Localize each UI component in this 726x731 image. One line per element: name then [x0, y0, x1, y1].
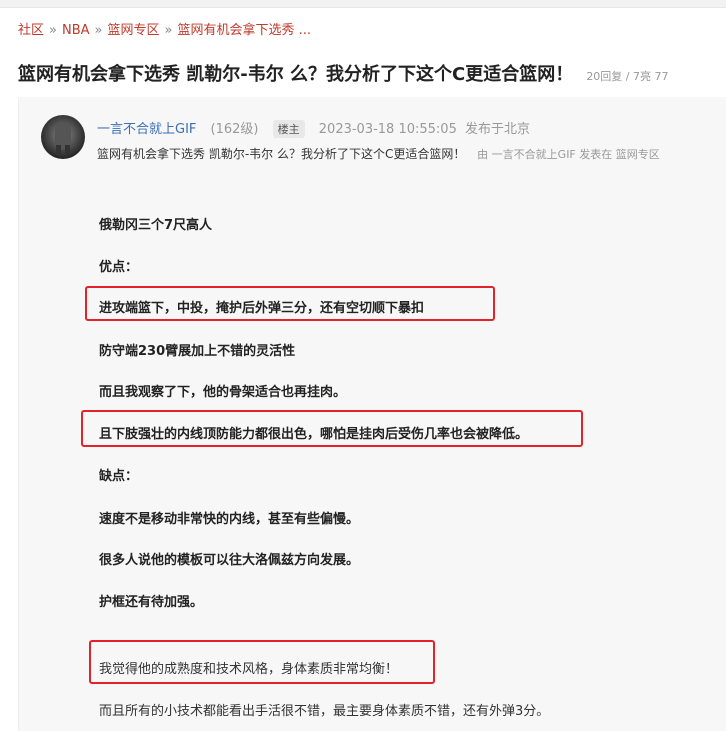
breadcrumb-nets-zone[interactable]: 篮网专区	[108, 23, 160, 38]
post-subtitle: 篮网有机会拿下选秀 凯勒尔-韦尔 么？我分析了下这个C更适合篮网！ 由 一言不合…	[97, 145, 660, 162]
paragraph: 而且所有的小技术都能看出手活很不错，最主要身体素质不错，还有外弹3分。	[99, 704, 550, 719]
breadcrumb-separator: »	[94, 23, 103, 38]
breadcrumb-community[interactable]: 社区	[18, 23, 44, 38]
post-time: 2023-03-18 10:55:05	[318, 122, 457, 137]
paragraph: 护框还有待加强。	[99, 595, 204, 610]
paragraph: 缺点：	[99, 469, 139, 484]
op-badge: 楼主	[272, 120, 305, 138]
user-level: (162级)	[210, 122, 259, 137]
thread-header: 篮网有机会拿下选秀 凯勒尔-韦尔 么？我分析了下这个C更适合篮网！ 20回复 /…	[18, 60, 726, 86]
breadcrumb-separator: »	[164, 23, 173, 38]
post-card: 一言不合就上GIF (162级) 楼主 2023-03-18 10:55:05 …	[18, 97, 726, 731]
breadcrumb-separator: »	[49, 23, 57, 38]
thread-title: 篮网有机会拿下选秀 凯勒尔-韦尔 么？我分析了下这个C更适合篮网！	[18, 64, 574, 85]
top-bar	[0, 0, 726, 8]
paragraph: 速度不是移动非常快的内线，甚至有些偏慢。	[99, 512, 360, 527]
post-meta: 一言不合就上GIF (162级) 楼主 2023-03-18 10:55:05 …	[97, 118, 530, 138]
thread-stats: 20回复 / 7亮 77	[586, 70, 669, 83]
post-location: 发布于北京	[465, 122, 531, 137]
highlight-box	[85, 286, 495, 321]
breadcrumb-current-thread[interactable]: 篮网有机会拿下选秀 ...	[177, 23, 311, 38]
highlight-box	[81, 410, 583, 447]
paragraph: 防守端230臂展加上不错的灵活性	[99, 344, 296, 359]
username-link[interactable]: 一言不合就上GIF	[97, 122, 196, 137]
paragraph: 俄勒冈三个7尺高人	[99, 218, 213, 233]
breadcrumb: 社区 » NBA » 篮网专区 » 篮网有机会拿下选秀 ...	[18, 19, 311, 38]
paragraph: 很多人说他的模板可以往大洛佩兹方向发展。	[99, 553, 360, 568]
post-subtitle-text: 篮网有机会拿下选秀 凯勒尔-韦尔 么？我分析了下这个C更适合篮网！	[97, 147, 466, 161]
avatar-leg-left	[56, 145, 61, 155]
paragraph: 而且我观察了下，他的骨架适合也再挂肉。	[99, 385, 347, 400]
avatar-leg-right	[65, 145, 70, 155]
paragraph: 优点：	[99, 260, 139, 275]
user-avatar[interactable]	[41, 115, 85, 159]
breadcrumb-nba[interactable]: NBA	[62, 23, 90, 38]
highlight-box	[89, 640, 435, 684]
post-source: 由 一言不合就上GIF 发表在 篮网专区	[477, 148, 660, 161]
